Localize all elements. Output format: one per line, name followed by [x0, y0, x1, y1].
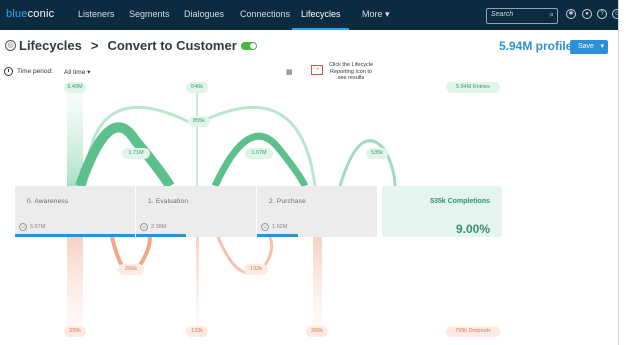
- active-toggle[interactable]: [241, 42, 257, 50]
- nav-item-segments[interactable]: Segments: [129, 9, 170, 19]
- help-icon[interactable]: ?: [597, 9, 607, 19]
- dropout-flow-awareness: [67, 237, 83, 332]
- stage-name: 1. Evaluation: [148, 198, 189, 205]
- profiles-icon: ☺: [261, 223, 269, 231]
- stage-profiles: 5.67M: [30, 224, 46, 230]
- stage-card-awareness[interactable]: 0. Awareness ☺ 5.67M: [15, 186, 136, 237]
- table-view-icon[interactable]: ▦: [286, 68, 293, 76]
- stage-name: 2. Purchase: [269, 198, 306, 205]
- user-icon[interactable]: ☺: [612, 9, 618, 19]
- stage-card-purchase[interactable]: 2. Purchase ☺ 1.92M: [257, 186, 378, 237]
- completion-card[interactable]: 535k Completions 9.00%: [382, 186, 502, 237]
- dropout-flow-evaluation: [196, 237, 199, 332]
- backward-chip-0: 266k: [118, 264, 144, 275]
- nav-item-connections[interactable]: Connections: [240, 9, 290, 19]
- transition-chip-1: 1.71M: [122, 148, 150, 159]
- lifecycle-reporting-icon[interactable]: ◔: [311, 65, 323, 75]
- dropout-chip-awareness: 399k: [64, 326, 86, 337]
- nav-item-dialogues[interactable]: Dialogues: [184, 9, 224, 19]
- dropout-chip-evaluation: 133k: [186, 326, 208, 337]
- app-frame: blueconic Listeners Segments Dialogues C…: [0, 0, 619, 345]
- stage-profiles: 2.38M: [151, 224, 167, 230]
- stage-profiles: 1.92M: [272, 224, 288, 230]
- stage-progress-bar: [136, 234, 187, 237]
- reporting-hint: Click the Lifecycle Reporting Icon to se…: [328, 62, 374, 81]
- entry-flow-awareness: [67, 92, 83, 186]
- save-button[interactable]: Save ▾: [570, 40, 608, 54]
- breadcrumb-section[interactable]: Lifecycles: [19, 38, 82, 53]
- flow-arc-purchase-completion: [338, 139, 397, 187]
- profiles-count: 5.94M profiles: [499, 39, 580, 53]
- clock-icon: [4, 67, 13, 76]
- notifications-icon[interactable]: ●: [582, 9, 592, 19]
- lifecycle-icon: ◎: [5, 40, 16, 51]
- transition-chip-0: 855k: [188, 116, 210, 127]
- nav-item-lifecycles[interactable]: Lifecycles: [301, 9, 341, 19]
- lifecycle-name: Convert to Customer: [107, 38, 237, 53]
- entry-flow-evaluation: [196, 92, 198, 186]
- nav-item-more[interactable]: More ▾: [362, 9, 390, 20]
- search-input[interactable]: Search ⌕: [486, 8, 558, 24]
- time-period-select[interactable]: All time ▾: [64, 68, 90, 76]
- stage-name: 0. Awareness: [27, 198, 69, 205]
- app-logo[interactable]: blueconic: [6, 8, 54, 20]
- entry-chip-evaluation: 540k: [186, 82, 208, 93]
- profiles-icon: ☺: [19, 223, 27, 231]
- time-period-label: Time period:: [17, 68, 53, 75]
- search-icon[interactable]: ⌕: [550, 10, 554, 20]
- page-title: Lifecycles > Convert to Customer: [19, 38, 237, 53]
- flow-arc-evaluation-purchase: [211, 132, 309, 188]
- breadcrumb-separator: >: [90, 38, 99, 53]
- backward-chip-1: 132k: [244, 264, 268, 275]
- stage-progress-bar: [15, 234, 135, 237]
- save-dropdown-icon[interactable]: ▾: [600, 42, 604, 50]
- active-tab-indicator: [292, 28, 349, 30]
- nav-item-listeners[interactable]: Listeners: [78, 9, 115, 19]
- transition-chip-3: 535k: [366, 148, 388, 159]
- dropout-flow-purchase: [313, 237, 322, 332]
- entry-chip-awareness: 5.40M: [64, 82, 86, 93]
- dropout-chip-purchase: 266k: [306, 326, 328, 337]
- search-placeholder: Search: [491, 11, 514, 18]
- completion-percent: 9.00%: [455, 222, 490, 236]
- transition-chip-2: 1.07M: [245, 148, 273, 159]
- stage-card-evaluation[interactable]: 1. Evaluation ☺ 2.38M: [136, 186, 257, 237]
- completions-label: 535k Completions: [430, 198, 490, 205]
- settings-icon[interactable]: ✱: [566, 9, 576, 19]
- top-nav: blueconic Listeners Segments Dialogues C…: [0, 0, 618, 30]
- profiles-icon: ☺: [140, 223, 148, 231]
- stage-progress-bar: [257, 234, 298, 237]
- total-entries-chip: 5.94M Entries: [446, 82, 500, 93]
- total-dropouts-chip: 799k Dropouts: [446, 326, 500, 337]
